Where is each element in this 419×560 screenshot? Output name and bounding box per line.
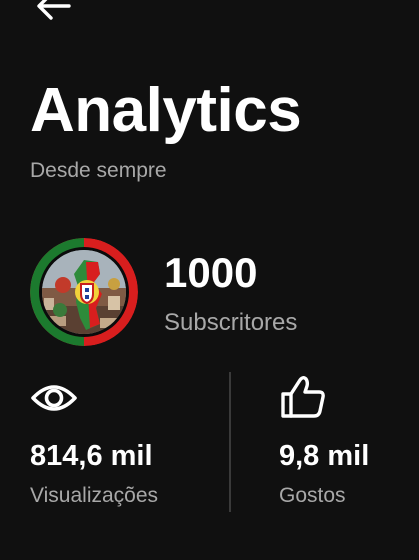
arrow-left-icon <box>37 0 71 20</box>
date-range-label: Desde sempre <box>30 159 167 182</box>
back-button[interactable] <box>28 0 78 28</box>
likes-value: 9,8 mil <box>279 440 370 472</box>
subscriber-count: 1000 <box>164 249 258 296</box>
page-title: Analytics <box>30 76 302 145</box>
views-value: 814,6 mil <box>30 440 153 472</box>
eye-icon <box>30 378 78 418</box>
channel-avatar[interactable] <box>30 238 138 346</box>
views-label: Visualizações <box>30 484 159 507</box>
likes-label: Gostos <box>279 484 346 507</box>
subscriber-label: Subscritores <box>164 309 298 336</box>
stats-divider <box>229 372 231 512</box>
thumbs-up-icon <box>279 374 327 420</box>
